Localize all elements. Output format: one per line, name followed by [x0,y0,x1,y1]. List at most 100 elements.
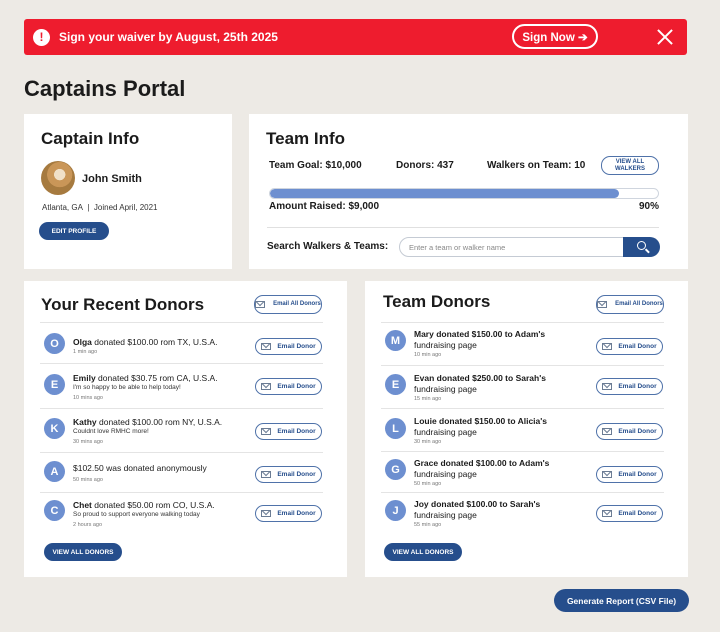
email-donor-button[interactable]: Email Donor [596,466,663,483]
email-donor-label: Email Donor [277,428,316,435]
donor-initial: J [385,500,406,521]
team-donors-heading: Team Donors [383,292,491,311]
view-all-donors-button[interactable]: VIEW ALL DONORS [44,543,122,561]
recent-donors-heading: Your Recent Donors [41,295,205,314]
email-donor-label: Email Donor [618,428,657,435]
donation-line-1: Joy donated $100.00 to Sarah's [414,499,541,509]
donation-time: 30 mins ago [73,439,103,445]
captain-info-heading: Captain Info [41,129,140,148]
progress-percent: 90% [638,201,659,212]
donor-note: I'm so happy to be able to help today! [73,384,181,391]
list-item: O Olga donated $100.00 rom TX, U.S.A. 1 … [40,322,323,362]
captain-meta: Atlanta, GA | Joined April, 2021 [42,203,158,212]
donor-initial: M [385,330,406,351]
list-item: L Louie donated $150.00 to Alicia's fund… [381,408,664,448]
donation-line-1: Grace donated $100.00 to Adam's [414,458,550,468]
donation-time: 30 min ago [414,439,442,445]
donor-initial: A [44,461,65,482]
mail-icon [602,471,613,478]
email-donor-button[interactable]: Email Donor [255,466,322,483]
mail-icon [602,510,613,517]
search-input[interactable] [399,237,625,257]
donation-time: 50 mins ago [73,477,103,483]
view-all-donors-button[interactable]: VIEW ALL DONORS [384,543,462,561]
recent-donors-card: Your Recent Donors Email All Donors O Ol… [24,281,347,577]
donation-text: donated $30.75 rom CA, U.S.A. [95,373,218,383]
email-donor-label: Email Donor [618,383,657,390]
list-item: G Grace donated $100.00 to Adam's fundra… [381,451,664,491]
email-donor-button[interactable]: Email Donor [255,378,322,395]
search-label: Search Walkers & Teams: [267,241,389,252]
donor-text: Olga donated $100.00 rom TX, U.S.A. [73,337,253,347]
list-item: A $102.50 was donated anonymously 50 min… [40,452,323,492]
generate-report-button[interactable]: Generate Report (CSV File) [554,589,689,612]
email-donor-button[interactable]: Email Donor [255,338,322,355]
donor-initial: E [44,374,65,395]
donation-text: donated $50.00 rom CO, U.S.A. [91,500,215,510]
email-donor-label: Email Donor [618,343,657,350]
list-item: M Mary donated $150.00 to Adam's fundrai… [381,322,664,362]
mail-icon [261,510,272,517]
avatar [41,161,75,195]
mail-icon [261,471,272,478]
donation-time: 1 min ago [73,349,98,355]
email-donor-button[interactable]: Email Donor [596,338,663,355]
donation-time: 10 min ago [414,352,442,358]
email-donor-button[interactable]: Email Donor [255,505,322,522]
progress-bar [269,188,659,199]
donor-text: Emily donated $30.75 rom CA, U.S.A. [73,373,253,383]
donation-time: 10 mins ago [73,395,103,401]
donor-text: Chet donated $50.00 rom CO, U.S.A. [73,500,253,510]
sign-now-button[interactable]: Sign Now ➔ [512,24,598,49]
edit-profile-button[interactable]: EDIT PROFILE [39,222,109,240]
donation-line-1: Louie donated $150.00 to Alicia's [414,416,548,426]
search-icon [637,241,646,250]
waiver-alert-banner: ! Sign your waiver by August, 25th 2025 … [24,19,687,55]
donor-note: So proud to support everyone walking tod… [73,511,200,518]
email-donor-label: Email Donor [277,343,316,350]
donor-initial: O [44,333,65,354]
donation-text: donated $100.00 rom TX, U.S.A. [91,337,218,347]
list-item: C Chet donated $50.00 rom CO, U.S.A. So … [40,492,323,532]
donor-name: Emily [73,373,96,383]
donor-initial: K [44,418,65,439]
page-title: Captains Portal [24,76,186,101]
email-donor-label: Email Donor [277,471,316,478]
email-donor-button[interactable]: Email Donor [596,378,663,395]
team-donors-count: Donors: 437 [396,160,454,171]
email-donor-button[interactable]: Email Donor [255,423,322,440]
donation-line-2: fundraising page [414,340,477,350]
email-all-donors-button[interactable]: Email All Donors [596,295,664,314]
donor-initial: G [385,459,406,480]
team-info-heading: Team Info [266,129,346,148]
email-all-donors-button[interactable]: Email All Donors [254,295,322,314]
email-donor-button[interactable]: Email Donor [596,505,663,522]
donor-initial: L [385,418,406,439]
view-all-walkers-button[interactable]: VIEW ALL WALKERS [601,156,659,175]
team-info-card: Team Info Team Goal: $10,000 Donors: 437… [249,114,688,269]
donation-line-2: fundraising page [414,427,477,437]
donation-line-1: Evan donated $250.00 to Sarah's [414,373,546,383]
email-all-label: Email All Donors [615,301,663,308]
mail-icon [602,343,613,350]
list-item: E Evan donated $250.00 to Sarah's fundra… [381,365,664,405]
exclamation-icon: ! [33,28,50,46]
mail-icon [597,301,608,308]
email-donor-button[interactable]: Email Donor [596,423,663,440]
divider [267,227,659,228]
donor-initial: C [44,500,65,521]
donor-name: Chet [73,500,92,510]
email-donor-label: Email Donor [277,510,316,517]
search-button[interactable] [623,237,660,257]
close-icon[interactable] [655,27,675,47]
donation-time: 55 min ago [414,522,442,528]
email-donor-label: Email Donor [618,510,657,517]
mail-icon [602,383,613,390]
donor-name: Olga [73,337,92,347]
mail-icon [261,383,272,390]
donor-text: $102.50 was donated anonymously [73,463,253,473]
donation-time: 50 min ago [414,481,442,487]
walkers-count: Walkers on Team: 10 [487,160,586,171]
donation-time: 15 min ago [414,396,442,402]
list-item: J Joy donated $100.00 to Sarah's fundrai… [381,492,664,532]
